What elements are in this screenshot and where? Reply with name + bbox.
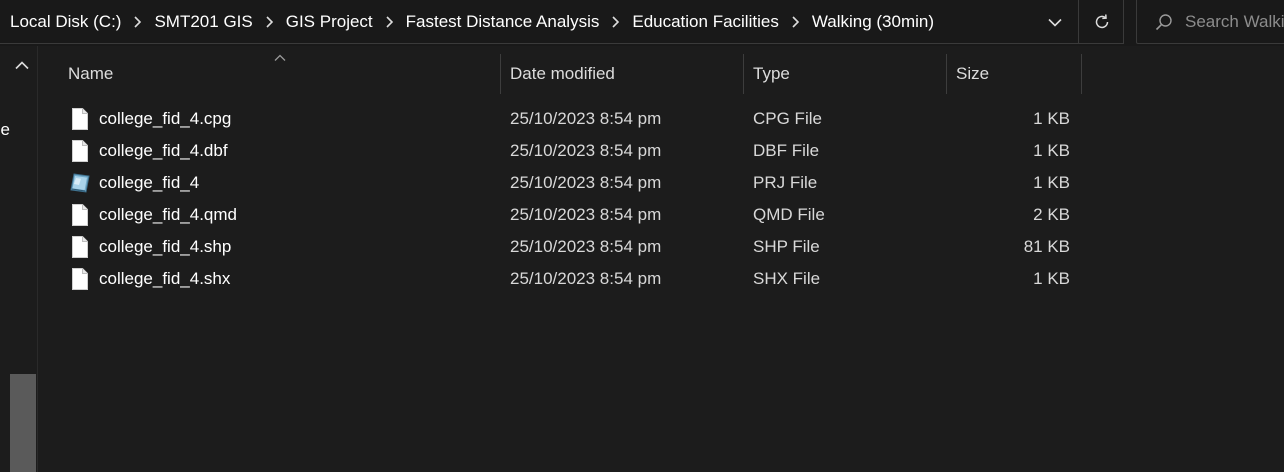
nav-item-label[interactable]: e: [0, 120, 10, 140]
column-resize-handle[interactable]: [500, 54, 501, 94]
file-type: PRJ File: [753, 173, 818, 192]
breadcrumb-item-gis-project[interactable]: GIS Project: [286, 0, 373, 44]
blank-document-icon: [72, 140, 88, 162]
refresh-button[interactable]: [1078, 0, 1124, 44]
column-header-row: Name Date modified Type Size: [38, 54, 1284, 94]
file-name[interactable]: college_fid_4.shp: [99, 231, 231, 263]
file-date-modified: 25/10/2023 8:54 pm: [510, 237, 662, 256]
sort-ascending-icon: [274, 54, 286, 61]
scroll-up-button[interactable]: [14, 58, 30, 72]
file-row[interactable]: college_fid_4.qmd 25/10/2023 8:54 pm QMD…: [38, 199, 1084, 231]
projection-file-icon: [70, 173, 90, 193]
blank-document-icon: [72, 108, 88, 130]
column-resize-handle[interactable]: [946, 54, 947, 94]
column-resize-handle[interactable]: [1081, 54, 1082, 94]
file-date-modified: 25/10/2023 8:54 pm: [510, 205, 662, 224]
file-size: 1 KB: [1033, 109, 1070, 128]
file-row[interactable]: college_fid_4.cpg 25/10/2023 8:54 pm CPG…: [38, 103, 1084, 135]
breadcrumb-item-walking-30min[interactable]: Walking (30min): [812, 0, 934, 44]
file-name[interactable]: college_fid_4: [99, 167, 199, 199]
breadcrumb-item-smt201-gis[interactable]: SMT201 GIS: [154, 0, 252, 44]
file-type: CPG File: [753, 109, 822, 128]
file-size: 1 KB: [1033, 173, 1070, 192]
column-resize-handle[interactable]: [743, 54, 744, 94]
search-box[interactable]: [1136, 0, 1284, 44]
file-type: SHX File: [753, 269, 821, 288]
file-type: SHP File: [753, 237, 820, 256]
search-input[interactable]: [1185, 11, 1284, 32]
breadcrumb-item-education-facilities[interactable]: Education Facilities: [632, 0, 778, 44]
blank-document-icon: [72, 204, 88, 226]
chevron-right-icon[interactable]: [599, 0, 632, 44]
column-header-size[interactable]: Size: [956, 54, 989, 94]
column-header-name[interactable]: Name: [68, 54, 113, 94]
file-size: 81 KB: [1023, 237, 1070, 256]
file-date-modified: 25/10/2023 8:54 pm: [510, 109, 662, 128]
chevron-right-icon[interactable]: [373, 0, 406, 44]
navigation-pane: e: [0, 46, 38, 472]
file-row[interactable]: college_fid_4.shx 25/10/2023 8:54 pm SHX…: [38, 263, 1084, 295]
top-bar: Local Disk (C:) SMT201 GIS GIS Project F…: [0, 0, 1284, 46]
file-size: 1 KB: [1033, 269, 1070, 288]
breadcrumb-item-local-disk[interactable]: Local Disk (C:): [10, 0, 121, 44]
chevron-up-icon: [15, 60, 29, 69]
file-type: DBF File: [753, 141, 820, 160]
file-date-modified: 25/10/2023 8:54 pm: [510, 173, 662, 192]
chevron-right-icon[interactable]: [253, 0, 286, 44]
breadcrumb: Local Disk (C:) SMT201 GIS GIS Project F…: [0, 0, 934, 44]
search-icon: [1149, 0, 1179, 44]
file-date-modified: 25/10/2023 8:54 pm: [510, 269, 662, 288]
file-name[interactable]: college_fid_4.qmd: [99, 199, 237, 231]
file-size: 2 KB: [1033, 205, 1070, 224]
file-type: QMD File: [753, 205, 825, 224]
refresh-icon: [1095, 14, 1108, 29]
file-size: 1 KB: [1033, 141, 1070, 160]
chevron-right-icon[interactable]: [121, 0, 154, 44]
breadcrumb-item-fastest-distance-analysis[interactable]: Fastest Distance Analysis: [406, 0, 600, 44]
blank-document-icon: [72, 268, 88, 290]
file-row[interactable]: college_fid_4.dbf 25/10/2023 8:54 pm DBF…: [38, 135, 1084, 167]
file-list: Name Date modified Type Size college_fid…: [38, 46, 1284, 472]
column-header-date-modified[interactable]: Date modified: [510, 54, 615, 94]
chevron-right-icon[interactable]: [779, 0, 812, 44]
nav-scrollbar-thumb[interactable]: [10, 374, 36, 472]
file-row[interactable]: college_fid_4 25/10/2023 8:54 pm PRJ Fil…: [38, 167, 1084, 199]
address-bar[interactable]: Local Disk (C:) SMT201 GIS GIS Project F…: [0, 0, 1124, 44]
blank-document-icon: [72, 236, 88, 258]
chevron-down-icon: [1048, 18, 1062, 27]
file-date-modified: 25/10/2023 8:54 pm: [510, 141, 662, 160]
file-name[interactable]: college_fid_4.shx: [99, 263, 230, 295]
address-history-dropdown[interactable]: [1036, 0, 1074, 44]
file-name[interactable]: college_fid_4.cpg: [99, 103, 231, 135]
file-row[interactable]: college_fid_4.shp 25/10/2023 8:54 pm SHP…: [38, 231, 1084, 263]
file-name[interactable]: college_fid_4.dbf: [99, 135, 228, 167]
column-header-type[interactable]: Type: [753, 54, 790, 94]
